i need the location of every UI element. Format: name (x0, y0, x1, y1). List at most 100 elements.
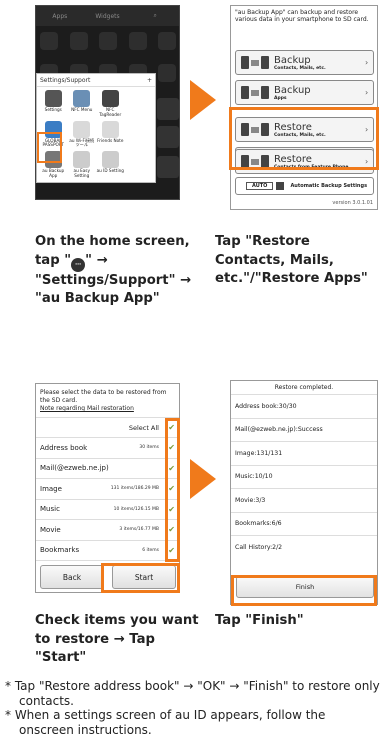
app-label: au Easy Setting (73, 168, 90, 179)
result-row: Call History:2/2 (231, 535, 377, 558)
folder-empty-slot (125, 151, 154, 179)
result-row: Music:10/10 (231, 464, 377, 488)
highlight-au-backup-app (37, 132, 62, 163)
app-icon (44, 90, 62, 107)
item-title: Backup (274, 54, 311, 66)
data-row[interactable]: Music 10 items/126.15 MB ✔ (36, 498, 179, 519)
data-row-label: Music (40, 505, 60, 513)
item-subtitle: Apps (274, 95, 287, 101)
data-row-label: Movie (40, 525, 61, 534)
app-icon (73, 120, 91, 138)
background-app-icon (157, 126, 179, 148)
app-label: Friends Note (97, 137, 124, 143)
data-row-count: 3 items/16.77 MB (119, 527, 159, 532)
folder-app[interactable]: Settings (39, 90, 68, 118)
data-row[interactable]: Image 131 items/186.29 MB ✔ (36, 478, 179, 498)
data-row-label: Image (40, 484, 62, 493)
background-app-icon (157, 156, 179, 178)
app-label: au ID Setting (96, 168, 124, 174)
result-row: Movie:3/3 (231, 488, 377, 511)
step1-caption: On the home screen, tap " ⋯ " → "Settings/… (35, 233, 210, 309)
data-row[interactable]: Mail(@ezweb.ne.jp) ✔ (36, 457, 179, 478)
data-row-count: 131 items/186.29 MB (110, 486, 159, 491)
auto-tag: AUTO (246, 182, 274, 190)
folder-app[interactable]: NFC Menu (68, 90, 97, 118)
item-title: Backup (274, 84, 311, 96)
data-row[interactable]: Bookmarks 6 items ✔ (36, 539, 179, 560)
folder-title: Settings/Support (40, 77, 91, 84)
arrow-right-icon (190, 459, 216, 499)
backup-intro: "au Backup App" can backup and restore v… (235, 9, 369, 24)
note-2: * When a settings screen of au ID appear… (5, 708, 326, 737)
app-label: au Wi-Fi接続ツール (69, 137, 95, 148)
back-button[interactable]: Back (40, 565, 104, 589)
app-icon (73, 90, 91, 107)
result-row: Image:131/131 (231, 441, 377, 464)
folder-empty-slot (125, 90, 154, 118)
automatic-backup-settings-button[interactable]: AUTO Automatic Backup Settings (235, 177, 374, 195)
device-transfer-icon (236, 53, 274, 73)
backup-app-icon (276, 182, 285, 190)
app-icon (101, 151, 119, 169)
search-icon[interactable]: ⌕ (131, 12, 179, 20)
arrow-right-icon (190, 80, 216, 120)
folder-app[interactable]: NFC TagReader (96, 90, 125, 118)
data-row-count: 30 items (139, 445, 159, 450)
chevron-right-icon: › (365, 58, 369, 67)
background-app-icon (157, 98, 179, 120)
data-row[interactable]: Movie 3 items/16.77 MB ✔ (36, 519, 179, 539)
highlight-finish-button (231, 575, 377, 606)
data-row-label: Bookmarks (40, 546, 80, 554)
empty-slot (130, 151, 148, 169)
highlight-start-button (101, 563, 180, 593)
folder-app[interactable]: au ID Setting (96, 151, 125, 179)
highlight-checkboxes (165, 418, 180, 562)
folder-empty-slot (125, 120, 154, 149)
app-icon (101, 90, 119, 107)
step2-caption: Tap "Restore Contacts, Mails, etc."/"Res… (215, 234, 368, 286)
select-all-label: Select All (128, 423, 159, 432)
select-all-row[interactable]: Select All ✔ (36, 417, 179, 437)
folder-header: Settings/Support + (37, 74, 155, 87)
app-label: au Backup App (42, 168, 65, 179)
apps-grid-icon: ⋯ (71, 257, 86, 272)
backup-item-1[interactable]: Backup Apps › (235, 80, 374, 105)
add-icon[interactable]: + (147, 77, 152, 84)
mail-note-link[interactable]: Note regarding Mail restoration (36, 405, 179, 414)
tab-apps[interactable]: Apps (36, 13, 84, 20)
folder-app[interactable]: Friends Note (96, 120, 125, 149)
automatic-backup-label: Automatic Backup Settings (290, 183, 368, 189)
folder-app[interactable]: au Wi-Fi接続ツール (68, 120, 97, 149)
restore-completed-panel: Restore completed. Address book:30/30 Mai… (230, 380, 378, 605)
result-row: Bookmarks:6/6 (231, 511, 377, 535)
device-transfer-icon (236, 83, 274, 103)
data-row-count: 10 items/126.15 MB (113, 506, 159, 512)
home-screen-panel: Apps Widgets ⌕ Settings/Support + Settin… (35, 5, 180, 200)
highlight-restore-items (229, 107, 379, 170)
result-row: Mail(@ezweb.ne.jp):Success (231, 417, 377, 441)
empty-slot (130, 120, 148, 138)
select-data-panel: Please select the data to be restored fr… (35, 383, 180, 593)
data-row-label: Address book (40, 443, 88, 452)
backup-item-0[interactable]: Backup Contacts, Mails, etc. › (235, 50, 374, 75)
folder-app[interactable]: au Easy Setting (68, 151, 97, 179)
empty-slot (130, 90, 148, 107)
app-icon (101, 120, 119, 138)
app-label: NFC TagReader (99, 107, 122, 117)
data-row[interactable]: Address book 30 items ✔ (36, 437, 179, 457)
chevron-right-icon: › (365, 88, 369, 97)
result-row: Address book:30/30 (231, 394, 377, 417)
select-intro: Please select the data to be restored fr… (40, 389, 167, 404)
app-icon (73, 151, 91, 169)
step3-caption: Check items you want to restore → Tap "S… (35, 613, 199, 665)
data-row-label: Mail(@ezweb.ne.jp) (40, 464, 109, 472)
data-row-count: 6 items (142, 547, 159, 553)
step1-text-a: On the home screen, tap " (35, 234, 190, 268)
item-subtitle: Contacts, Mails, etc. (274, 65, 326, 71)
home-tabs: Apps Widgets ⌕ (36, 6, 179, 26)
tab-widgets[interactable]: Widgets (84, 13, 132, 20)
version-label: version 3.0.1.01 (332, 200, 373, 206)
notes: * Tap "Restore address book" → "OK" → "F… (5, 679, 380, 737)
note-1: * Tap "Restore address book" → "OK" → "F… (5, 679, 380, 708)
restore-completed-title: Restore completed. (274, 384, 334, 391)
